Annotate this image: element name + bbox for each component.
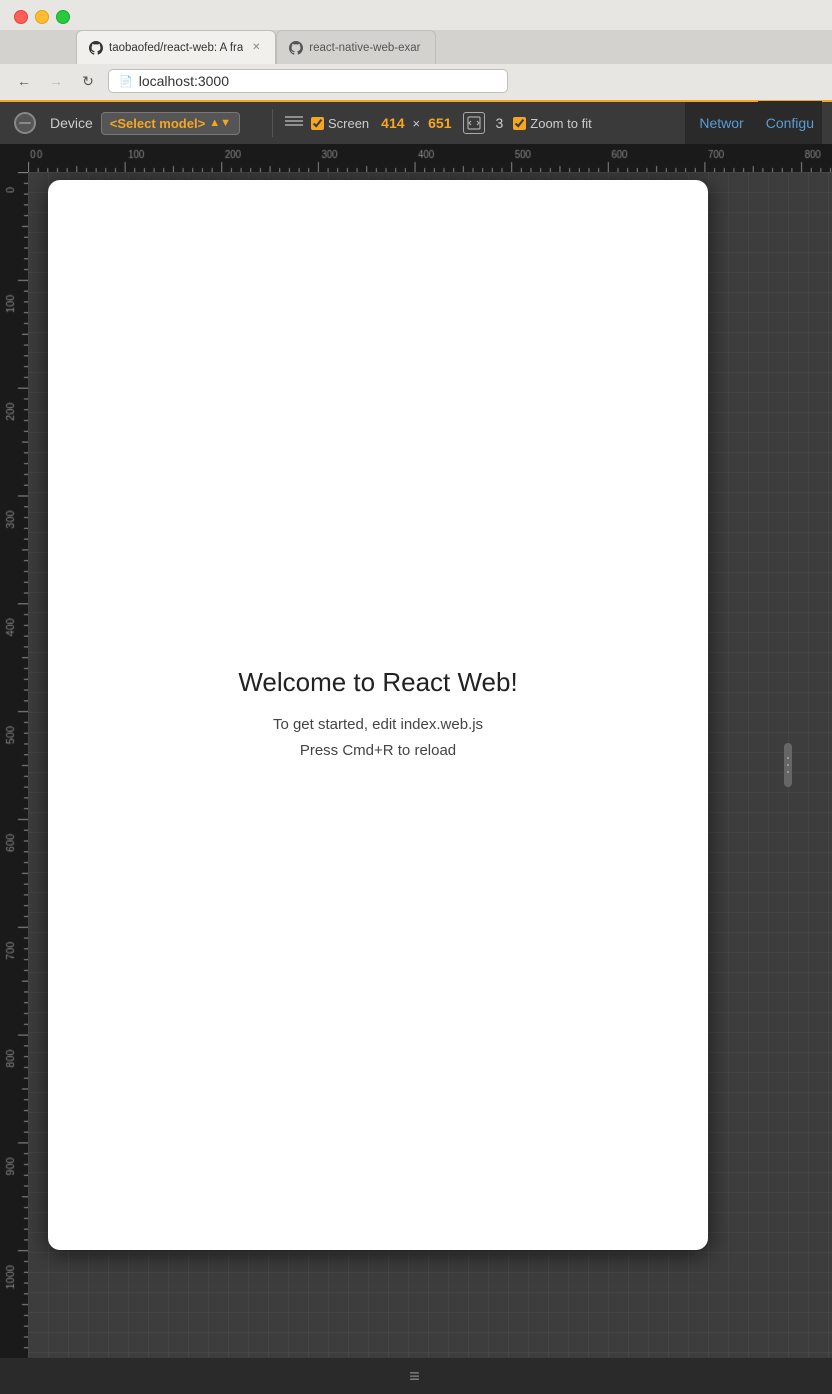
adjust-icon[interactable]	[285, 114, 303, 133]
address-bar-row: ← → ↻ 📄 localhost:3000	[0, 64, 832, 100]
hamburger-icon[interactable]: ≡	[409, 1366, 423, 1387]
model-select-text: <Select model>	[110, 116, 205, 131]
tab-1[interactable]: taobaofed/react-web: A fra ✕	[76, 30, 276, 64]
cross-symbol: ×	[413, 116, 421, 131]
zoom-checkbox-label[interactable]: Zoom to fit	[513, 116, 591, 131]
toolbar-separator-1	[272, 109, 273, 137]
model-select[interactable]: <Select model> ▲▼	[101, 112, 240, 135]
screen-checkbox-label[interactable]: Screen	[311, 116, 369, 131]
resize-handle[interactable]	[784, 743, 792, 787]
chevron-down-icon: ▲▼	[209, 117, 231, 129]
traffic-lights	[0, 0, 832, 30]
screen-checkbox-section: Screen 414 × 651 3	[311, 112, 503, 134]
zoom-checkbox[interactable]	[513, 117, 526, 130]
subtitle-1: To get started, edit index.web.js	[273, 712, 483, 738]
tab-2[interactable]: react-native-web-exar	[276, 30, 436, 64]
bottom-bar: ≡	[0, 1358, 832, 1394]
resize-dot-1	[787, 757, 789, 759]
vertical-ruler	[0, 172, 28, 1358]
ruler-corner	[0, 144, 28, 172]
github-icon-2	[289, 41, 303, 55]
page-secure-icon: 📄	[119, 75, 133, 88]
configure-text: Configu	[766, 115, 814, 131]
traffic-light-red[interactable]	[14, 10, 28, 24]
scale-value: 3	[495, 115, 503, 131]
scale-icon[interactable]	[463, 112, 485, 134]
tab-1-close[interactable]: ✕	[249, 41, 263, 55]
device-label: Device	[50, 115, 93, 131]
network-text: Networ	[699, 115, 743, 131]
devtools-toolbar: Device <Select model> ▲▼ Screen 414 × 65…	[0, 100, 832, 144]
welcome-title: Welcome to React Web!	[238, 667, 517, 698]
network-section: Networ	[685, 102, 757, 144]
zoom-label-text: Zoom to fit	[530, 116, 591, 131]
browser-chrome: taobaofed/react-web: A fra ✕ react-nativ…	[0, 0, 832, 100]
canvas-area: Welcome to React Web! To get started, ed…	[28, 172, 832, 1358]
reload-button[interactable]: ↻	[76, 69, 100, 93]
subtitle-2: Press Cmd+R to reload	[300, 738, 456, 764]
tab-bar: taobaofed/react-web: A fra ✕ react-nativ…	[0, 30, 832, 64]
tab-1-title: taobaofed/react-web: A fra	[109, 42, 243, 54]
workspace: Welcome to React Web! To get started, ed…	[0, 144, 832, 1358]
back-button[interactable]: ←	[12, 69, 36, 93]
width-value: 414	[381, 115, 404, 131]
address-bar[interactable]: 📄 localhost:3000	[108, 69, 508, 93]
height-value: 651	[428, 115, 451, 131]
resize-dot-2	[787, 764, 789, 766]
screen-label-text: Screen	[328, 116, 369, 131]
zoom-section: Zoom to fit	[513, 116, 591, 131]
no-entry-icon[interactable]	[10, 108, 40, 138]
resize-dot-3	[787, 771, 789, 773]
traffic-light-green[interactable]	[56, 10, 70, 24]
forward-button[interactable]: →	[44, 69, 68, 93]
address-text: localhost:3000	[139, 73, 229, 89]
github-icon	[89, 41, 103, 55]
device-frame: Welcome to React Web! To get started, ed…	[48, 180, 708, 1250]
screen-checkbox[interactable]	[311, 117, 324, 130]
tab-2-title: react-native-web-exar	[309, 42, 423, 54]
horizontal-ruler	[28, 144, 832, 172]
no-entry-shape	[14, 112, 36, 134]
configure-section[interactable]: Configu	[758, 101, 822, 145]
device-screen: Welcome to React Web! To get started, ed…	[48, 180, 708, 1250]
traffic-light-yellow[interactable]	[35, 10, 49, 24]
